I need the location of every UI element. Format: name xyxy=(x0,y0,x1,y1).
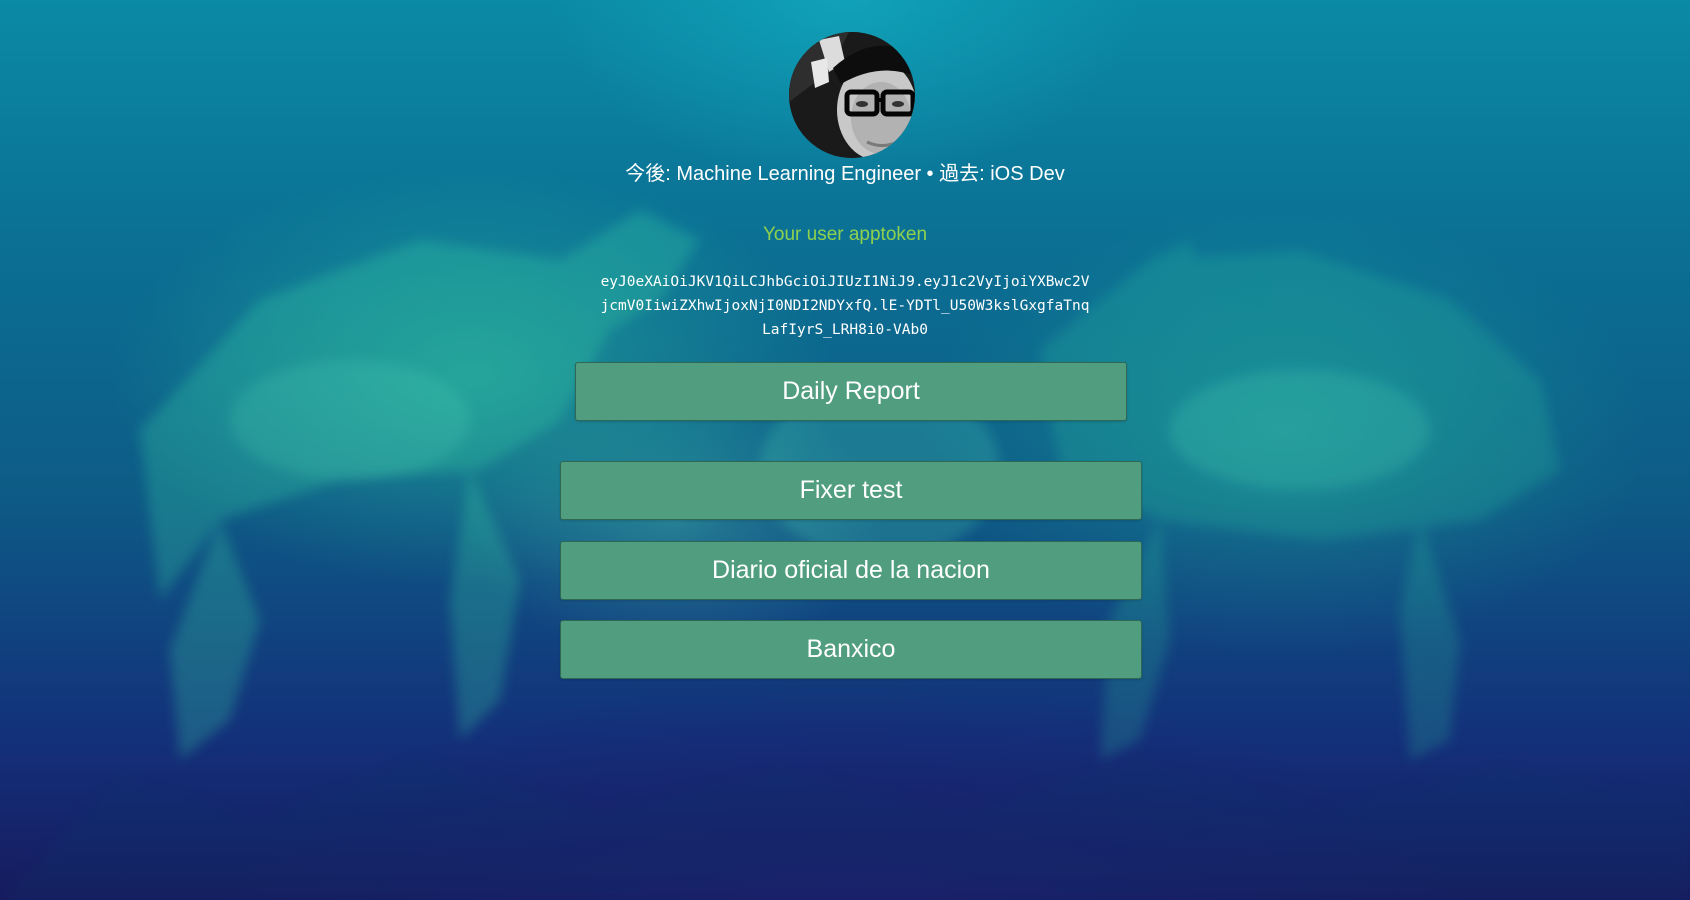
avatar xyxy=(789,32,915,158)
apptoken-value: eyJ0eXAiOiJKV1QiLCJhbGciOiJIUzI1NiJ9.eyJ… xyxy=(600,274,1090,338)
profile-tagline: 今後: Machine Learning Engineer • 過去: iOS … xyxy=(625,163,1065,185)
diario-oficial-button[interactable]: Diario oficial de la nacion xyxy=(560,541,1142,600)
daily-report-button[interactable]: Daily Report xyxy=(575,362,1127,421)
banxico-button[interactable]: Banxico xyxy=(560,620,1142,679)
apptoken-label: Your user apptoken xyxy=(762,224,928,245)
main-content: 今後: Machine Learning Engineer • 過去: iOS … xyxy=(0,0,1690,900)
fixer-test-button[interactable]: Fixer test xyxy=(560,461,1142,520)
user-photo-avatar-icon xyxy=(789,32,915,158)
